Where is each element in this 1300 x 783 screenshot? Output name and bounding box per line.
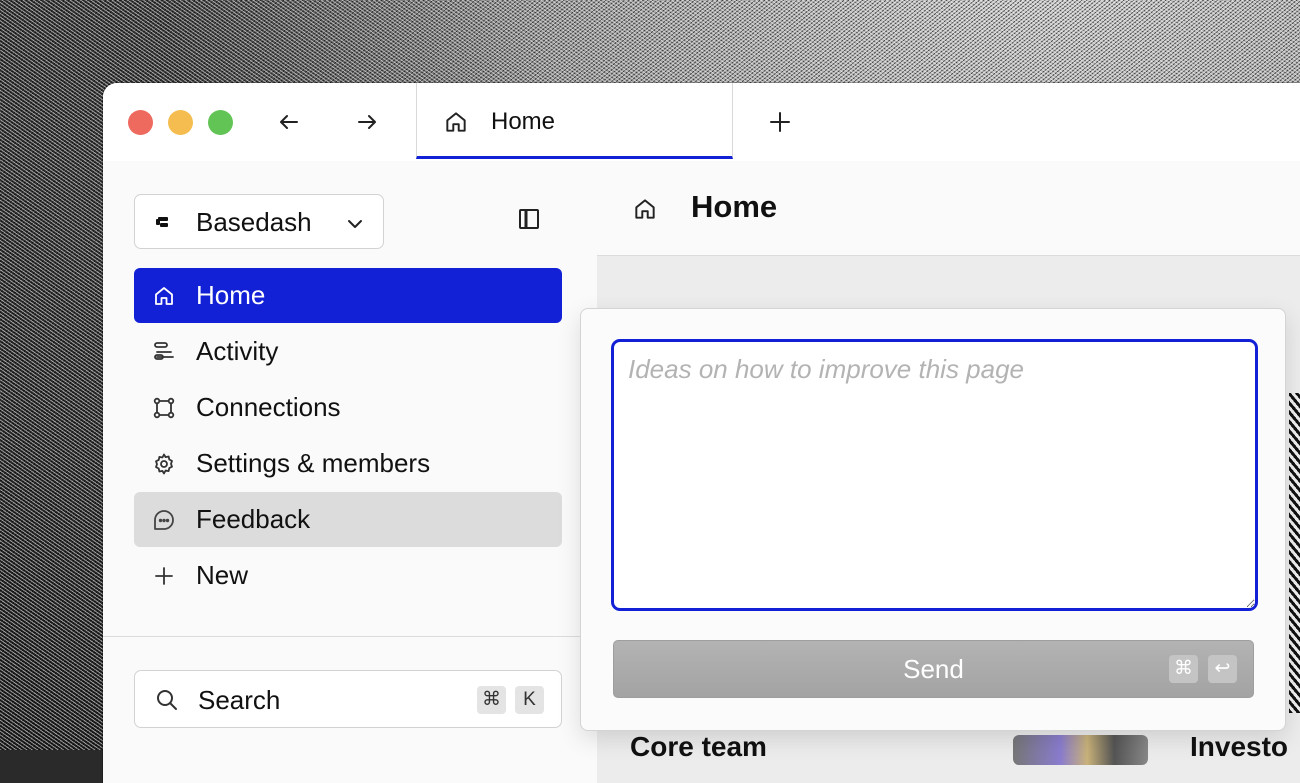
page-title: Home — [691, 189, 778, 224]
search-button[interactable]: Search ⌘ K — [134, 670, 562, 728]
send-button-label: Send — [903, 654, 964, 684]
forward-button[interactable] — [352, 107, 382, 137]
sidebar-item-connections[interactable]: Connections — [134, 380, 562, 435]
sidebar-item-feedback[interactable]: Feedback — [134, 492, 562, 547]
chat-bubble-icon — [154, 510, 174, 530]
sidebar-item-label: Feedback — [196, 504, 311, 534]
feedback-textarea[interactable] — [611, 339, 1258, 611]
arrow-left-icon — [280, 115, 298, 129]
tab-label: Home — [491, 108, 556, 135]
section-heading-core-team: Core team — [630, 731, 767, 762]
sidebar-item-settings[interactable]: Settings & members — [134, 436, 562, 491]
main-header: Home — [597, 161, 1300, 256]
sidebar-item-label: Connections — [196, 392, 341, 422]
workspace-switcher[interactable]: Basedash — [134, 194, 384, 249]
chevron-down-icon — [348, 220, 362, 228]
section-heading-investors: Investo — [1190, 731, 1289, 762]
shortcut-cmd-key: ⌘ — [1169, 655, 1198, 683]
activity-icon — [154, 342, 174, 360]
close-window-button[interactable] — [128, 110, 153, 135]
search-icon — [157, 690, 177, 710]
sidebar-item-label: Settings & members — [196, 448, 431, 478]
send-button[interactable]: Send ⌘ ↩ — [613, 640, 1254, 698]
tab-home[interactable]: Home — [416, 83, 733, 159]
arrow-right-icon — [358, 115, 376, 129]
sidebar-item-label: Activity — [196, 336, 279, 366]
maximize-window-button[interactable] — [208, 110, 233, 135]
sidebar-divider — [103, 636, 597, 637]
shortcut-k-key: K — [515, 686, 544, 714]
app-window: Home Basedash Home Activity Connections … — [103, 83, 1300, 783]
workspace-name: Basedash — [196, 207, 312, 237]
gear-icon — [155, 453, 173, 475]
shortcut-return-key: ↩ — [1208, 655, 1237, 683]
title-bar: Home — [103, 83, 1300, 162]
minimize-window-button[interactable] — [168, 110, 193, 135]
new-tab-button[interactable] — [765, 107, 795, 137]
sidebar-item-new[interactable]: New — [134, 548, 562, 603]
home-icon — [155, 287, 173, 305]
sidebar-toggle-icon[interactable] — [517, 207, 541, 231]
search-label: Search — [198, 685, 281, 715]
back-button[interactable] — [274, 107, 304, 137]
sidebar-item-label: New — [196, 560, 249, 590]
home-icon — [446, 112, 466, 132]
sidebar-item-home[interactable]: Home — [134, 268, 562, 323]
basedash-logo-icon — [156, 217, 168, 227]
sidebar-item-activity[interactable]: Activity — [134, 324, 562, 379]
avatar-group — [1013, 735, 1148, 765]
sidebar-item-label: Home — [196, 280, 266, 310]
background-image — [1289, 393, 1300, 713]
home-icon — [635, 199, 655, 219]
connections-icon — [153, 397, 175, 419]
feedback-popover: Send ⌘ ↩ — [580, 308, 1286, 731]
plus-icon — [155, 567, 173, 585]
sidebar: Basedash Home Activity Connections Setti… — [103, 161, 598, 783]
shortcut-cmd-key: ⌘ — [477, 686, 506, 714]
plus-icon — [770, 112, 790, 132]
